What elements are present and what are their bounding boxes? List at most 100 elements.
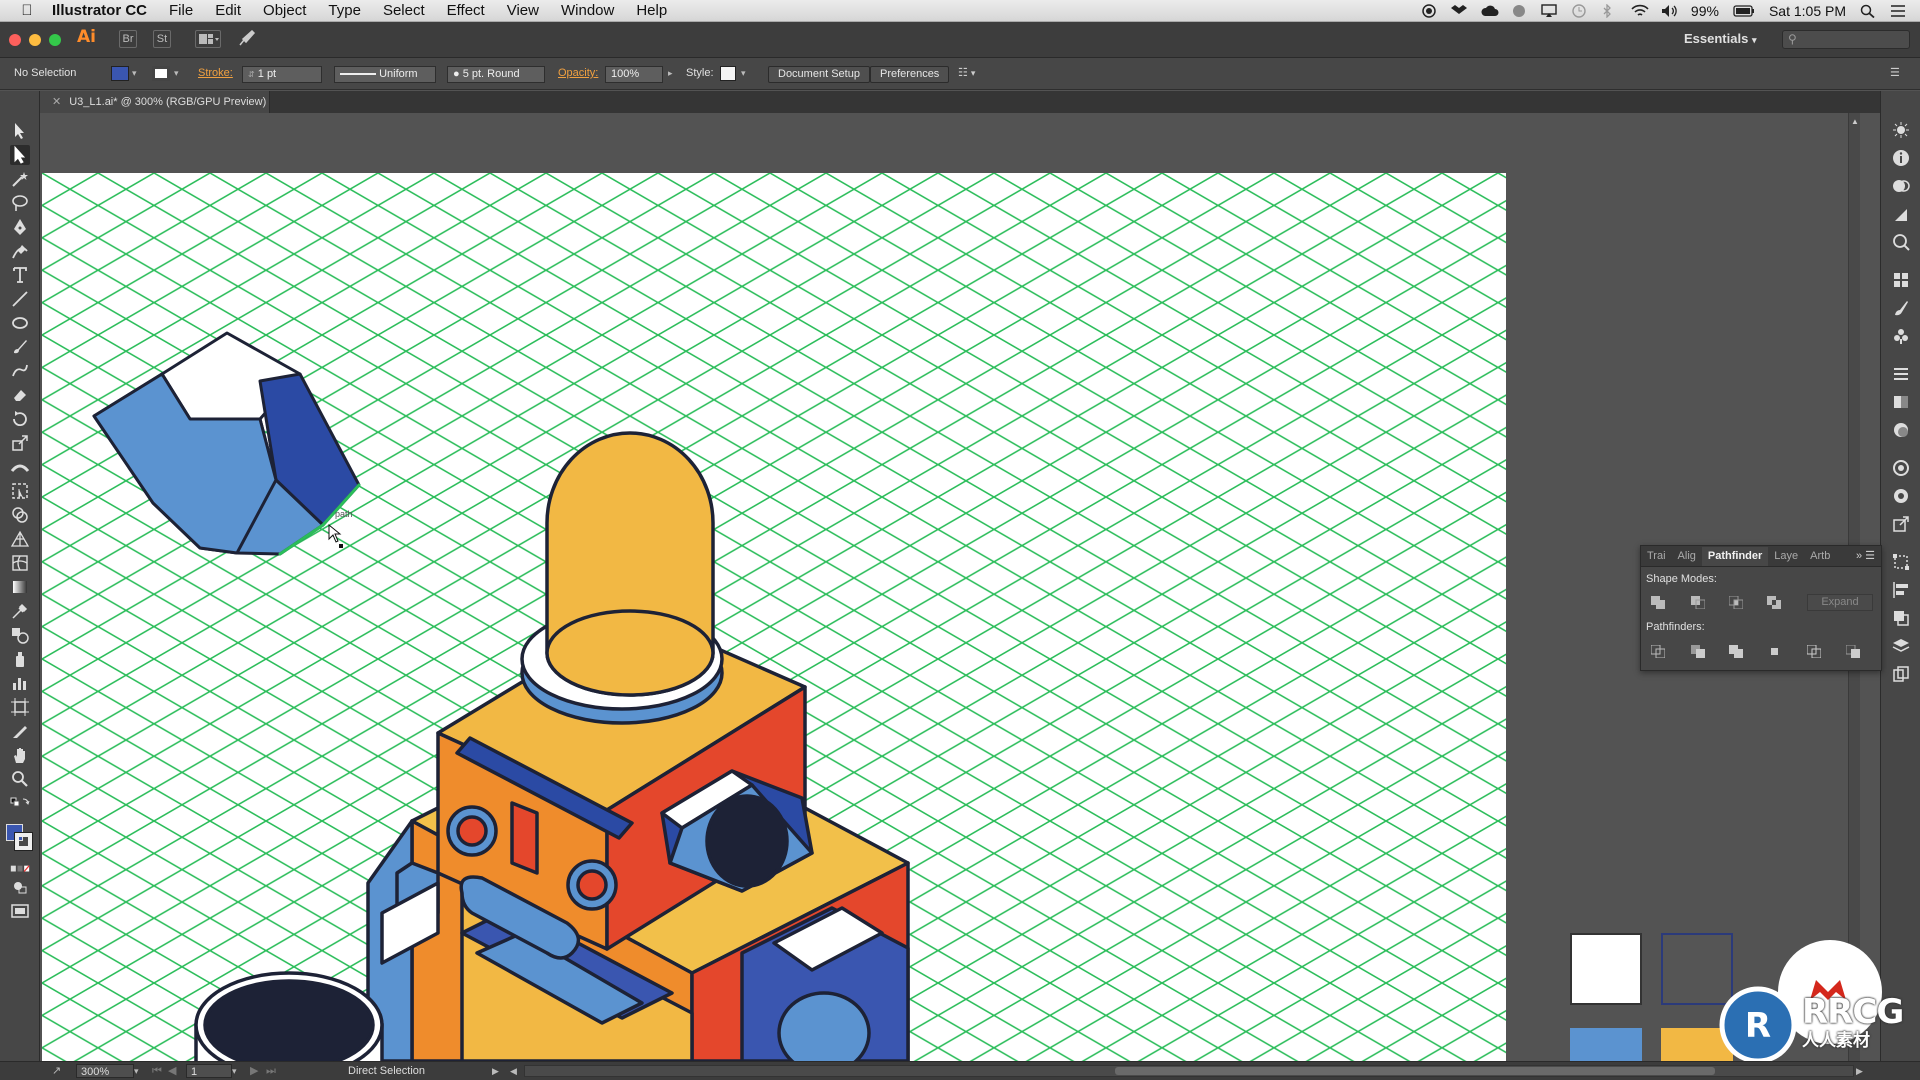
divide-icon[interactable]: [1650, 644, 1666, 659]
first-artboard-icon[interactable]: ⏮: [152, 1064, 162, 1078]
selection-tool-icon[interactable]: [10, 121, 30, 141]
bridge-button[interactable]: Br: [119, 30, 137, 48]
rotate-tool-icon[interactable]: [10, 409, 30, 429]
previous-artboard-icon[interactable]: ◀: [168, 1064, 176, 1078]
horizontal-scroll-right-icon[interactable]: ▶: [1856, 1064, 1863, 1078]
creative-cloud-icon[interactable]: [1481, 4, 1499, 18]
horizontal-scroll-thumb[interactable]: [1115, 1067, 1715, 1075]
color-guide-icon[interactable]: [1892, 121, 1910, 139]
airplay-icon[interactable]: [1541, 4, 1557, 18]
artboard[interactable]: path: [42, 173, 1506, 1061]
zoom-dropdown-icon[interactable]: ▾: [134, 1064, 139, 1078]
horizontal-scrollbar[interactable]: [524, 1065, 1854, 1077]
volume-icon[interactable]: [1661, 4, 1677, 18]
document-info-icon[interactable]: [1892, 205, 1910, 223]
menu-help[interactable]: Help: [636, 2, 667, 19]
shape-builder-tool-icon[interactable]: [10, 505, 30, 525]
swatches-icon[interactable]: [1892, 271, 1910, 289]
panel-collapse-icon[interactable]: » ☰: [1856, 547, 1881, 566]
close-tab-icon[interactable]: ✕: [52, 96, 61, 108]
ellipse-tool-icon[interactable]: [10, 313, 30, 333]
apple-icon[interactable]: : [18, 2, 36, 19]
lasso-tool-icon[interactable]: [10, 193, 30, 213]
spotlight-icon[interactable]: [1860, 4, 1876, 19]
menu-type[interactable]: Type: [328, 2, 361, 19]
stroke-swatch[interactable]: [14, 832, 33, 851]
transform-panel-icon[interactable]: [1892, 553, 1910, 571]
menu-edit[interactable]: Edit: [215, 2, 241, 19]
mesh-tool-icon[interactable]: [10, 553, 30, 573]
current-tool-status[interactable]: Direct Selection: [348, 1064, 425, 1078]
shaper-tool-icon[interactable]: [10, 361, 30, 381]
maximize-window-button[interactable]: [49, 34, 61, 46]
expand-button[interactable]: Expand: [1807, 594, 1873, 611]
artboards-panel-icon[interactable]: [1892, 665, 1910, 683]
stroke-weight-field[interactable]: ⇵ 1 pt: [242, 66, 322, 83]
color-mode-buttons-icon[interactable]: [10, 859, 30, 872]
curvature-tool-icon[interactable]: [10, 241, 30, 261]
preferences-button[interactable]: Preferences: [870, 66, 950, 83]
unite-icon[interactable]: [1651, 596, 1665, 609]
time-machine-icon[interactable]: [1571, 4, 1587, 18]
transparency-icon[interactable]: [1892, 421, 1910, 439]
gpu-rocket-icon[interactable]: [238, 29, 256, 48]
search-help-field[interactable]: ⚲: [1782, 30, 1910, 49]
direct-selection-tool-icon[interactable]: [10, 145, 30, 165]
cc-libraries-icon[interactable]: [1892, 487, 1910, 505]
scale-tool-icon[interactable]: [10, 433, 30, 453]
column-graph-tool-icon[interactable]: [10, 673, 30, 693]
trim-icon[interactable]: [1691, 645, 1705, 658]
menu-window[interactable]: Window: [561, 2, 614, 19]
menu-effect[interactable]: Effect: [447, 2, 485, 19]
sync-icon[interactable]: [1511, 4, 1527, 18]
graphic-styles-icon[interactable]: [1892, 459, 1910, 477]
workspace-switcher[interactable]: Essentials ▾: [1684, 31, 1756, 46]
brush-definition-select[interactable]: ● 5 pt. Round: [447, 66, 545, 83]
notification-center-icon[interactable]: [1890, 4, 1906, 18]
outline-icon[interactable]: [1806, 644, 1822, 659]
status-menu-arrow-icon[interactable]: ▶: [492, 1064, 499, 1078]
tab-transform[interactable]: Trai: [1641, 547, 1672, 566]
stroke-color-swatch[interactable]: [152, 66, 170, 81]
scroll-up-arrow-icon[interactable]: ▲: [1851, 117, 1859, 126]
battery-icon[interactable]: [1733, 4, 1755, 18]
graphic-style-swatch[interactable]: [720, 66, 736, 81]
perspective-grid-tool-icon[interactable]: [10, 529, 30, 549]
eraser-tool-icon[interactable]: [10, 385, 30, 405]
next-artboard-icon[interactable]: ▶: [250, 1064, 258, 1078]
layers-panel-icon[interactable]: [1892, 637, 1910, 655]
width-tool-icon[interactable]: [10, 457, 30, 477]
zoom-level-field[interactable]: 300%: [76, 1064, 134, 1078]
style-dropdown-icon[interactable]: ▾: [741, 66, 746, 83]
arrange-documents-icon[interactable]: [195, 30, 221, 48]
gradient-tool-icon[interactable]: [10, 577, 30, 597]
brushes-icon[interactable]: [1892, 299, 1910, 317]
bluetooth-icon[interactable]: [1601, 3, 1617, 19]
minus-front-icon[interactable]: [1691, 596, 1706, 610]
menu-select[interactable]: Select: [383, 2, 425, 19]
fill-color-swatch[interactable]: [111, 66, 129, 81]
info-icon[interactable]: [1892, 149, 1910, 167]
stroke-label[interactable]: Stroke:: [198, 66, 233, 83]
type-tool-icon[interactable]: [10, 265, 30, 285]
opacity-arrow-icon[interactable]: ▸: [668, 66, 673, 83]
default-colors-icon[interactable]: [10, 793, 30, 807]
canvas-area[interactable]: path ▲: [40, 113, 1880, 1061]
hand-tool-icon[interactable]: [10, 745, 30, 765]
crop-icon[interactable]: [1767, 645, 1781, 658]
document-setup-button[interactable]: Document Setup: [768, 66, 870, 83]
menu-app-name[interactable]: Illustrator CC: [52, 2, 147, 19]
stock-button[interactable]: St: [153, 30, 171, 48]
tab-align[interactable]: Alig: [1672, 547, 1702, 566]
stroke-panel-icon[interactable]: [1892, 365, 1910, 383]
artwork[interactable]: path: [42, 173, 1506, 1061]
navigator-icon[interactable]: [1892, 233, 1910, 251]
tab-artboards[interactable]: Artb: [1804, 547, 1836, 566]
clock[interactable]: Sat 1:05 PM: [1769, 3, 1846, 19]
opacity-label[interactable]: Opacity:: [558, 66, 598, 83]
export-icon[interactable]: ↗: [52, 1064, 61, 1078]
artboard-number-field[interactable]: 1: [186, 1064, 232, 1078]
menu-object[interactable]: Object: [263, 2, 306, 19]
symbol-sprayer-tool-icon[interactable]: [10, 649, 30, 669]
draw-mode-icon[interactable]: [10, 877, 30, 897]
